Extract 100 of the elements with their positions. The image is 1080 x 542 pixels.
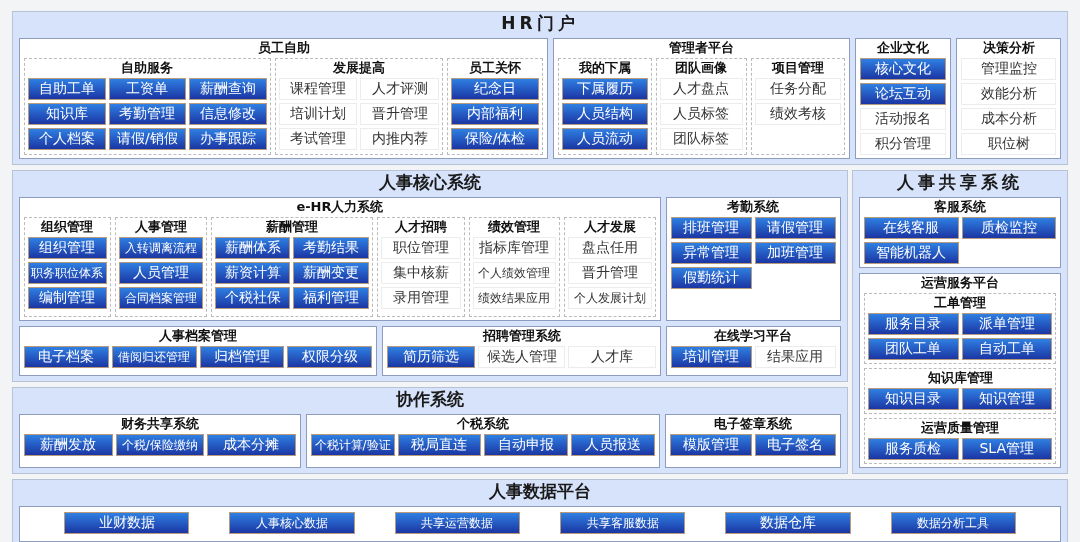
module-tile: 电子签名 xyxy=(754,434,836,456)
module-tile: 业财数据 xyxy=(64,512,190,534)
module-tile: 晋升管理 xyxy=(360,103,439,125)
section-title: 财务共享系统 xyxy=(120,416,199,432)
module-tile: 内推内荐 xyxy=(360,128,439,150)
module-tile: 智能机器人 xyxy=(864,242,959,264)
module-tile: 人员结构 xyxy=(562,103,648,125)
module-tile: 权限分级 xyxy=(287,346,373,368)
module-tile: 自助工单 xyxy=(28,78,106,100)
module-tile: 简历筛选 xyxy=(387,346,475,368)
module-tile: 考勤结果 xyxy=(293,237,369,259)
section-title: 管理者平台 xyxy=(668,40,734,56)
module-tile: 积分管理 xyxy=(859,133,947,155)
module-tile: 职位管理 xyxy=(380,237,462,259)
module-tile: 纪念日 xyxy=(450,78,540,100)
module-tile: 人才评测 xyxy=(360,78,439,100)
module-tile: 个税社保 xyxy=(214,287,291,309)
module-tile: 假勤统计 xyxy=(670,267,752,289)
panel-title: 人事数据平台 xyxy=(489,480,591,502)
module-tile: 入转调离流程 xyxy=(118,237,203,259)
group-title: 人才发展 xyxy=(583,219,636,235)
module-tile: 薪酬查询 xyxy=(189,78,267,100)
module-tile: 知识库 xyxy=(28,103,106,125)
module-tile: 考试管理 xyxy=(278,128,358,150)
module-tile: 绩效结果应用 xyxy=(473,287,556,309)
group-title: 知识库管理 xyxy=(927,370,993,386)
group-title: 工单管理 xyxy=(934,295,986,311)
section-title: 企业文化 xyxy=(877,40,930,56)
section-title: 在线学习平台 xyxy=(714,328,793,344)
module-tile: 个人发展计划 xyxy=(567,287,652,309)
group-title: 发展提高 xyxy=(332,60,385,76)
module-tile: 任务分配 xyxy=(755,78,841,100)
panel-title: 协作系统 xyxy=(396,388,464,410)
section-title: 招聘管理系统 xyxy=(482,328,561,344)
module-tile: 管理监控 xyxy=(961,58,1056,80)
module-tile: 自动工单 xyxy=(961,338,1052,360)
module-tile: 人员流动 xyxy=(562,128,648,150)
module-tile: 核心文化 xyxy=(859,58,947,80)
module-tile: 借阅归还管理 xyxy=(111,346,197,368)
module-tile: 人员管理 xyxy=(118,262,203,284)
module-tile: 在线客服 xyxy=(864,217,959,239)
module-tile: 共享运营数据 xyxy=(394,512,520,534)
module-tile: 数据仓库 xyxy=(725,512,851,534)
module-tile: 数据分析工具 xyxy=(890,512,1016,534)
module-tile: 个税计算/验证 xyxy=(310,434,395,456)
module-tile: 薪酬体系 xyxy=(214,237,291,259)
module-tile: 人才库 xyxy=(568,346,656,368)
module-tile: 候选人管理 xyxy=(477,346,566,368)
module-tile: 个人档案 xyxy=(28,128,106,150)
module-tile: 薪资计算 xyxy=(214,262,291,284)
module-tile: 个人绩效管理 xyxy=(473,262,556,284)
module-tile: 培训管理 xyxy=(670,346,752,368)
module-tile: 活动报名 xyxy=(859,108,947,130)
module-tile: 薪酬变更 xyxy=(293,262,369,284)
module-tile: 电子档案 xyxy=(24,346,109,368)
module-tile: 职务职位体系 xyxy=(28,262,107,284)
module-tile: 录用管理 xyxy=(380,287,462,309)
section-title: 运营服务平台 xyxy=(921,275,999,291)
group-title: 自助服务 xyxy=(121,60,174,76)
module-tile: 组织管理 xyxy=(28,237,107,259)
panel-title: 人事核心系统 xyxy=(379,171,481,193)
module-tile: 下属履历 xyxy=(562,78,648,100)
module-tile: 加班管理 xyxy=(754,242,836,264)
module-tile: 论坛互动 xyxy=(859,83,947,105)
module-tile: 服务目录 xyxy=(868,313,959,335)
group-title: 我的下属 xyxy=(578,60,631,76)
module-tile: 派单管理 xyxy=(961,313,1052,335)
module-tile: 模版管理 xyxy=(670,434,752,456)
module-tile: 团队工单 xyxy=(868,338,959,360)
group-title: 团队画像 xyxy=(675,60,728,76)
module-tile: 个税/保险缴纳 xyxy=(115,434,205,456)
section-title: e-HR人力系统 xyxy=(296,199,384,215)
module-tile: 考勤管理 xyxy=(108,103,187,125)
module-tile: 盘点任用 xyxy=(567,237,652,259)
section-title: 个税系统 xyxy=(456,416,509,432)
module-tile: 工资单 xyxy=(108,78,187,100)
module-tile: 人才盘点 xyxy=(659,78,744,100)
section-title: 客服系统 xyxy=(934,199,986,215)
module-tile: 共享客服数据 xyxy=(560,512,686,534)
panel-title: HR门户 xyxy=(501,12,579,34)
module-tile: 团队标签 xyxy=(659,128,744,150)
module-tile: 指标库管理 xyxy=(473,237,556,259)
module-tile: 福利管理 xyxy=(293,287,369,309)
module-tile: 知识目录 xyxy=(868,388,959,410)
group-title: 绩效管理 xyxy=(488,219,541,235)
module-tile: 办事跟踪 xyxy=(189,128,267,150)
module-tile: 保险/体检 xyxy=(450,128,540,150)
module-tile: 知识管理 xyxy=(961,388,1052,410)
group-title: 员工关怀 xyxy=(469,60,521,76)
panel-title: 人事共享系统 xyxy=(897,171,1023,193)
module-tile: 编制管理 xyxy=(28,287,107,309)
module-tile: 信息修改 xyxy=(189,103,267,125)
group-title: 人事管理 xyxy=(134,219,187,235)
module-tile: 培训计划 xyxy=(278,103,358,125)
module-tile: 内部福利 xyxy=(450,103,540,125)
module-tile: 结果应用 xyxy=(754,346,836,368)
module-tile: 成本分析 xyxy=(961,108,1056,130)
module-tile: 自动申报 xyxy=(484,434,569,456)
section-title: 员工自助 xyxy=(257,40,310,56)
module-tile: 异常管理 xyxy=(670,242,752,264)
